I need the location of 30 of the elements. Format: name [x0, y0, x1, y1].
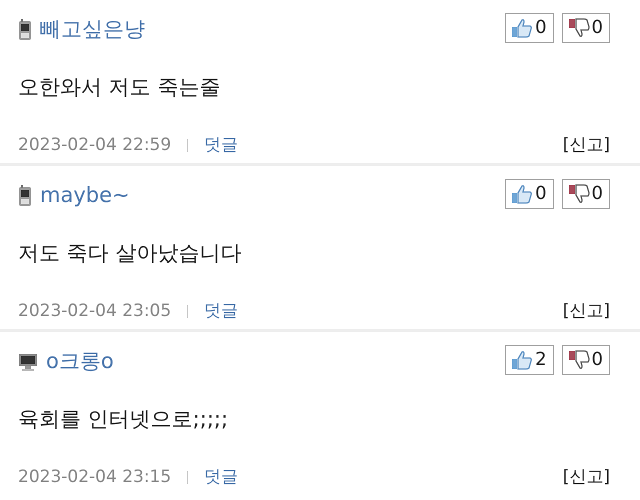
author-name[interactable]: maybe~: [40, 180, 130, 212]
dislike-button[interactable]: 0: [562, 12, 610, 43]
thumbs-down-icon: [568, 184, 590, 204]
computer-monitor-icon: [18, 352, 38, 372]
thumbs-down-icon: [568, 18, 590, 38]
reply-link[interactable]: 덧글: [204, 133, 238, 158]
author-name[interactable]: o크롱o: [46, 346, 114, 378]
comment-time: 2023-02-04 23:05: [18, 300, 172, 323]
thumbs-down-icon: [568, 350, 590, 370]
thumbs-up-icon: [511, 18, 534, 38]
like-button[interactable]: 0: [505, 12, 554, 43]
report-link[interactable]: [신고]: [562, 133, 610, 158]
comment-text: 오한와서 저도 죽는줄: [18, 74, 222, 100]
comment-text: 저도 죽다 살아났습니다: [18, 240, 242, 266]
comment-time: 2023-02-04 22:59: [18, 134, 172, 157]
thumbs-up-icon: [511, 350, 534, 370]
report-link[interactable]: [신고]: [562, 299, 610, 324]
thumbs-up-icon: [511, 184, 534, 204]
report-link[interactable]: [신고]: [562, 465, 610, 490]
comment-time: 2023-02-04 23:15: [18, 466, 172, 489]
author-name[interactable]: 빼고싶은냥: [40, 14, 145, 46]
comment-text: 육회를 인터넷으로;;;;;: [18, 406, 230, 432]
mobile-phone-icon: [18, 18, 32, 41]
reply-link[interactable]: 덧글: [204, 465, 238, 490]
like-button[interactable]: 0: [505, 178, 554, 209]
dislike-button[interactable]: 0: [562, 344, 610, 375]
like-button[interactable]: 2: [505, 344, 554, 375]
mobile-phone-icon: [18, 184, 32, 207]
reply-link[interactable]: 덧글: [204, 299, 238, 324]
dislike-button[interactable]: 0: [562, 178, 610, 209]
